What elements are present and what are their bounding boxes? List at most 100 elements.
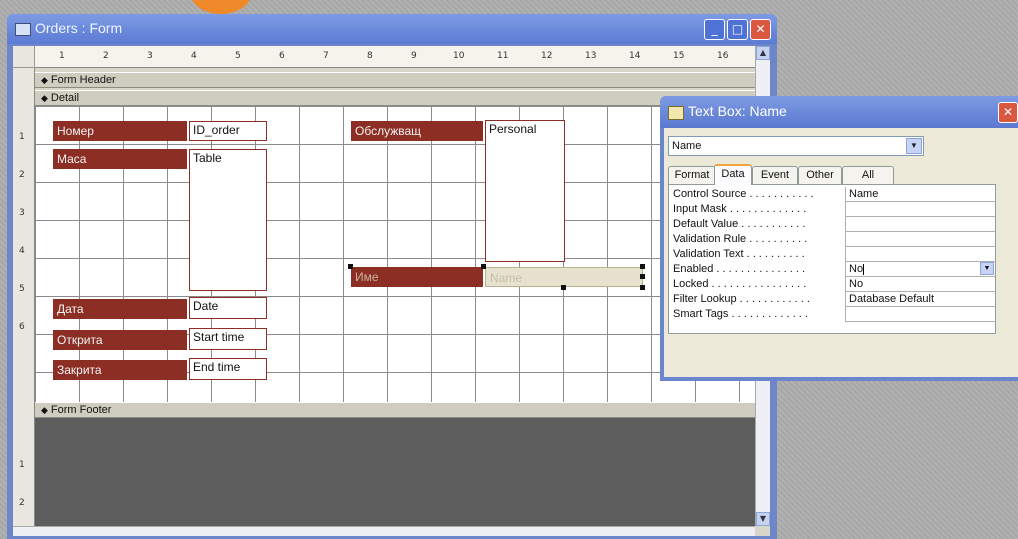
ruler-tick: 2 xyxy=(19,170,25,180)
section-arrow-icon: ◆ xyxy=(41,405,48,415)
resize-handle[interactable] xyxy=(640,285,645,290)
tab-all[interactable]: All xyxy=(842,166,894,184)
tab-format[interactable]: Format xyxy=(668,166,716,184)
property-name: Default Value . . . . . . . . . . . xyxy=(673,218,806,230)
property-sheet-window: Text Box: Name ✕ Name ▼ Format Data Even… xyxy=(660,96,1018,381)
ruler-tick: 7 xyxy=(323,51,329,61)
design-surface: 1 2 3 4 5 6 7 8 9 10 11 12 13 14 15 16 1… xyxy=(13,46,770,536)
ruler-tick: 3 xyxy=(147,51,153,61)
object-selector-value: Name xyxy=(672,140,702,152)
masa-label[interactable]: Маса xyxy=(53,149,187,169)
property-name: Smart Tags . . . . . . . . . . . . . xyxy=(673,308,808,320)
ruler-tick: 3 xyxy=(19,208,25,218)
property-value[interactable] xyxy=(845,307,995,322)
property-row[interactable]: Input Mask . . . . . . . . . . . . . xyxy=(669,202,995,217)
close-button[interactable]: ✕ xyxy=(998,102,1018,123)
tab-data[interactable]: Data xyxy=(714,164,752,185)
property-row[interactable]: Filter Lookup . . . . . . . . . . . . Da… xyxy=(669,292,995,307)
property-value[interactable] xyxy=(845,217,995,232)
ruler-tick: 4 xyxy=(191,51,197,61)
property-value[interactable]: Database Default xyxy=(845,292,995,307)
detail-section[interactable]: Номер ID_order Маса Table Дата Date Откр… xyxy=(35,106,755,402)
minimize-button[interactable]: _ xyxy=(704,19,725,40)
property-sheet-title: Text Box: Name xyxy=(688,103,787,119)
resize-handle[interactable] xyxy=(561,285,566,290)
ruler-tick: 9 xyxy=(411,51,417,61)
property-name: Enabled . . . . . . . . . . . . . . . xyxy=(673,263,806,275)
tab-event[interactable]: Event xyxy=(752,166,798,184)
property-value[interactable] xyxy=(845,202,995,217)
maximize-button[interactable]: □ xyxy=(727,19,748,40)
property-grid: Control Source . . . . . . . . . . . Nam… xyxy=(668,184,996,334)
nomer-label[interactable]: Номер xyxy=(53,121,187,141)
resize-handle[interactable] xyxy=(348,264,353,269)
object-selector[interactable]: Name ▼ xyxy=(668,136,924,156)
name-textbox-selected[interactable]: Name xyxy=(485,267,643,287)
ime-label[interactable]: Име xyxy=(351,267,483,287)
resize-handle[interactable] xyxy=(640,264,645,269)
enabled-dropdown[interactable]: No ▼ xyxy=(845,262,995,277)
property-name: Input Mask . . . . . . . . . . . . . xyxy=(673,203,807,215)
id-order-textbox[interactable]: ID_order xyxy=(189,121,267,141)
ruler-tick: 6 xyxy=(279,51,285,61)
form-footer-section[interactable] xyxy=(35,418,755,526)
ruler-tick: 12 xyxy=(541,51,553,61)
section-arrow-icon: ◆ xyxy=(41,93,48,103)
ruler-tick: 13 xyxy=(585,51,597,61)
obsluzhvasht-label[interactable]: Обслужващ xyxy=(351,121,483,141)
detail-bar[interactable]: ◆ Detail xyxy=(35,90,755,106)
chevron-down-icon[interactable]: ▼ xyxy=(980,262,994,275)
ruler-tick: 16 xyxy=(717,51,729,61)
ruler-tick: 1 xyxy=(19,132,25,142)
tab-other[interactable]: Other xyxy=(798,166,842,184)
property-value[interactable] xyxy=(845,247,995,262)
end-time-textbox[interactable]: End time xyxy=(189,358,267,380)
form-header-bar[interactable]: ◆ Form Header xyxy=(35,72,755,88)
ruler-tick: 1 xyxy=(59,51,65,61)
ruler-tick: 5 xyxy=(235,51,241,61)
scroll-down-icon[interactable]: ▼ xyxy=(756,512,770,526)
ruler-tick: 5 xyxy=(19,284,25,294)
window-title: Orders : Form xyxy=(35,20,123,36)
property-row-enabled[interactable]: Enabled . . . . . . . . . . . . . . . No… xyxy=(669,262,995,277)
property-row[interactable]: Validation Rule . . . . . . . . . . xyxy=(669,232,995,247)
otkrita-label[interactable]: Открита xyxy=(53,330,187,350)
property-name: Validation Rule . . . . . . . . . . xyxy=(673,233,808,245)
property-row[interactable]: Control Source . . . . . . . . . . . Nam… xyxy=(669,187,995,202)
chevron-down-icon[interactable]: ▼ xyxy=(906,138,922,154)
select-form-box[interactable] xyxy=(13,46,35,68)
text-cursor xyxy=(863,263,865,275)
property-row[interactable]: Default Value . . . . . . . . . . . xyxy=(669,217,995,232)
table-listbox[interactable]: Table xyxy=(189,149,267,291)
property-sheet-body: Name ▼ Format Data Event Other All Contr… xyxy=(664,128,1018,377)
property-row[interactable]: Locked . . . . . . . . . . . . . . . . N… xyxy=(669,277,995,292)
resize-handle[interactable] xyxy=(640,274,645,279)
ruler-tick: 2 xyxy=(103,51,109,61)
date-textbox[interactable]: Date xyxy=(189,297,267,319)
ruler-tick: 14 xyxy=(629,51,641,61)
personal-listbox[interactable]: Personal xyxy=(485,120,565,262)
section-label: Detail xyxy=(50,92,80,104)
vertical-ruler[interactable]: 1 2 3 4 5 6 1 2 xyxy=(13,68,35,536)
horizontal-ruler[interactable]: 1 2 3 4 5 6 7 8 9 10 11 12 13 14 15 16 xyxy=(35,46,755,68)
start-time-textbox[interactable]: Start time xyxy=(189,328,267,350)
ruler-tick: 15 xyxy=(673,51,685,61)
property-sheet-title-bar[interactable]: Text Box: Name ✕ xyxy=(660,96,1018,128)
property-value[interactable]: Name xyxy=(845,187,995,202)
properties-icon xyxy=(668,106,684,120)
zakrita-label[interactable]: Закрита xyxy=(53,360,187,380)
section-label: Form Header xyxy=(50,74,116,86)
form-footer-bar[interactable]: ◆ Form Footer xyxy=(35,402,755,418)
horizontal-scrollbar[interactable] xyxy=(13,526,755,536)
section-label: Form Footer xyxy=(50,404,112,416)
property-value[interactable]: No xyxy=(845,277,995,292)
property-row[interactable]: Validation Text . . . . . . . . . . xyxy=(669,247,995,262)
close-button[interactable]: ✕ xyxy=(750,19,771,40)
title-bar[interactable]: Orders : Form _ □ ✕ xyxy=(7,14,777,44)
scroll-up-icon[interactable]: ▲ xyxy=(756,46,770,60)
property-row[interactable]: Smart Tags . . . . . . . . . . . . . xyxy=(669,307,995,322)
data-label[interactable]: Дата xyxy=(53,299,187,319)
resize-handle[interactable] xyxy=(481,264,486,269)
property-name: Filter Lookup . . . . . . . . . . . . xyxy=(673,293,810,305)
property-value[interactable] xyxy=(845,232,995,247)
